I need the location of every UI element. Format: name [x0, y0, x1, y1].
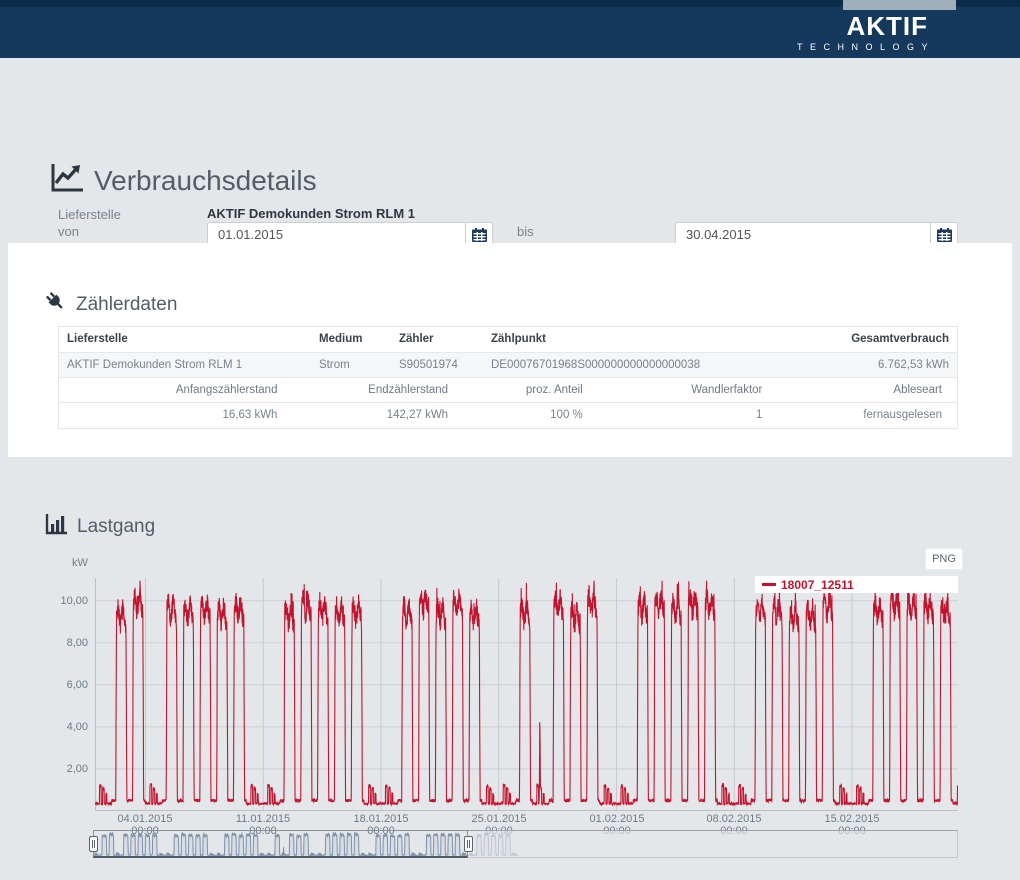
cell-anfangszaehlerstand: 16,63 kWh — [59, 403, 292, 428]
navigator-selected-window[interactable] — [93, 830, 468, 858]
navigator-left-handle[interactable] — [89, 836, 98, 852]
load-profile-title: Lastgang — [77, 516, 155, 538]
navigator-unselected-frame[interactable] — [468, 830, 958, 858]
meter-data-section: Zählerdaten Lieferstelle Medium Zähler Z… — [8, 243, 1012, 457]
y-tick-label: 2,00 — [0, 763, 88, 775]
y-tick-label: 10,00 — [0, 595, 88, 607]
calendar-icon — [472, 228, 487, 242]
table-header-row-2: Anfangszählerstand Endzählerstand proz. … — [59, 378, 957, 403]
col-medium: Medium — [311, 327, 391, 352]
von-label: von — [58, 224, 79, 239]
bar-chart-icon — [45, 513, 68, 540]
cell-zaehlpunkt: DE00076701968S000000000000000038 — [483, 352, 807, 377]
bis-label: bis — [517, 224, 534, 239]
cell-endzaehlerstand: 142,27 kWh — [292, 403, 463, 428]
y-tick-label: 6,00 — [0, 679, 88, 691]
col-lieferstelle: Lieferstelle — [59, 327, 311, 352]
cell-lieferstelle: AKTIF Demokunden Strom RLM 1 — [59, 352, 311, 377]
load-profile-section: Lastgang PNG kW 18007_12511 2,00 4,00 6,00… — [0, 457, 1020, 880]
col-anfangszaehlerstand: Anfangszählerstand — [59, 378, 292, 403]
cell-ableseart: fernausgelesen — [777, 403, 957, 428]
y-axis-unit-label: kW — [72, 557, 88, 569]
col-zaehlpunkt: Zählpunkt — [483, 327, 807, 352]
app-header: AKTIF TECHNOLOGY — [0, 0, 1020, 58]
col-zaehler: Zähler — [391, 327, 483, 352]
legend-line-swatch — [762, 583, 776, 586]
col-gesamtverbrauch: Gesamtverbrauch — [807, 327, 957, 352]
legend-series-label: 18007_12511 — [781, 578, 854, 592]
calendar-icon — [937, 228, 952, 242]
table-row: AKTIF Demokunden Strom RLM 1 Strom S9050… — [59, 352, 957, 377]
lieferstelle-value: AKTIF Demokunden Strom RLM 1 — [207, 206, 415, 221]
page-title: Verbrauchsdetails — [94, 165, 317, 197]
navigator-right-handle[interactable] — [464, 836, 473, 852]
cell-zaehler: S90501974 — [391, 352, 483, 377]
y-tick-label: 8,00 — [0, 637, 88, 649]
png-export-button[interactable]: PNG — [925, 548, 963, 570]
cell-medium: Strom — [311, 352, 391, 377]
brand-logo: AKTIF TECHNOLOGY — [797, 13, 928, 52]
col-ableseart: Ableseart — [777, 378, 957, 403]
chart-legend[interactable]: 18007_12511 — [755, 576, 958, 593]
cell-gesamtverbrauch: 6.762,53 kWh — [807, 352, 957, 377]
col-proz-anteil: proz. Anteil — [463, 378, 598, 403]
cell-wandlerfaktor: 1 — [598, 403, 778, 428]
col-endzaehlerstand: Endzählerstand — [292, 378, 463, 403]
plug-icon — [45, 291, 67, 318]
table-header-row-1: Lieferstelle Medium Zähler Zählpunkt Ges… — [59, 327, 957, 352]
table-row: 16,63 kWh 142,27 kWh 100 % 1 fernausgele… — [59, 403, 957, 428]
brand-name: AKTIF — [797, 13, 928, 39]
page: { "header": { "brand_top": "AKTIF", "bra… — [0, 0, 1020, 880]
meter-data-table: Lieferstelle Medium Zähler Zählpunkt Ges… — [58, 326, 958, 429]
load-profile-plot[interactable] — [95, 578, 958, 811]
range-navigator[interactable] — [93, 830, 958, 858]
line-chart-icon — [50, 163, 84, 198]
load-profile-chart[interactable]: PNG kW 18007_12511 2,00 4,00 6,00 8,00 10,00… — [0, 545, 1020, 880]
lieferstelle-label: Lieferstelle — [58, 207, 121, 222]
col-wandlerfaktor: Wandlerfaktor — [598, 378, 778, 403]
y-tick-label: 4,00 — [0, 721, 88, 733]
cell-proz-anteil: 100 % — [463, 403, 598, 428]
brand-subtitle: TECHNOLOGY — [797, 42, 935, 52]
meter-data-title: Zählerdaten — [76, 294, 177, 316]
consumption-details-section: Verbrauchsdetails Lieferstelle AKTIF Dem… — [0, 58, 1020, 243]
header-tab-decoration — [843, 0, 956, 10]
